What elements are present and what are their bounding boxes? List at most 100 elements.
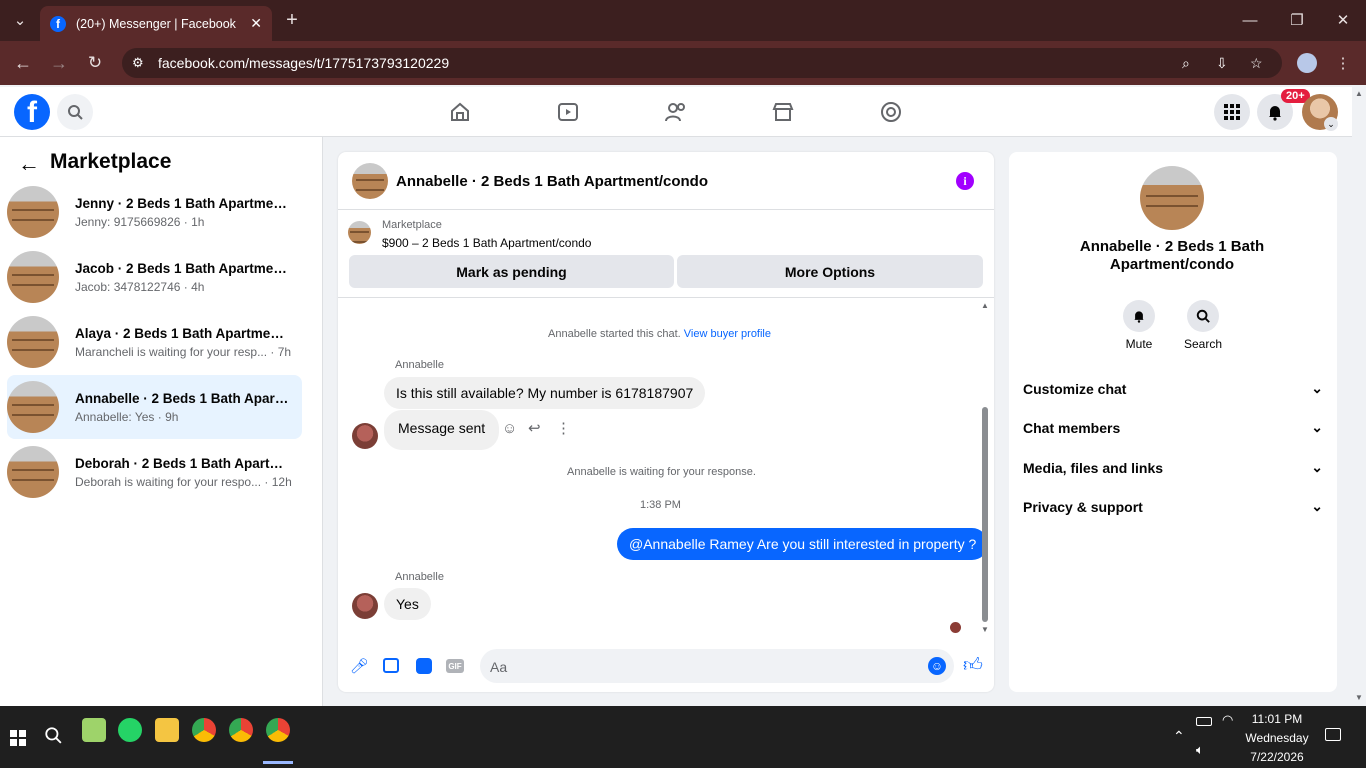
customize-chat-section[interactable]: Customize chat ⌄ <box>1023 380 1323 397</box>
chrome-app-icon[interactable] <box>229 718 253 742</box>
mute-button[interactable] <box>1123 300 1155 332</box>
marketplace-icon[interactable] <box>768 97 798 127</box>
mark-as-pending-button[interactable]: Mark as pending <box>349 255 674 288</box>
video-icon[interactable] <box>553 97 583 127</box>
conversation-preview: Jacob: 3478122746 · 4h <box>75 279 205 294</box>
mute-label: Mute <box>1125 337 1153 351</box>
close-tab-icon[interactable]: ✕ <box>250 15 262 32</box>
search-icon <box>1196 309 1210 323</box>
facebook-logo-icon[interactable]: f <box>14 94 50 130</box>
whatsapp-app-icon[interactable] <box>118 718 142 742</box>
notification-center-icon[interactable] <box>1325 728 1341 741</box>
page-scroll-up-icon[interactable]: ▲ <box>1355 89 1363 98</box>
info-avatar[interactable] <box>1140 166 1204 230</box>
incoming-message[interactable]: Message sent <box>384 410 500 450</box>
volume-icon[interactable]: 🔈︎ <box>1196 742 1204 758</box>
scroll-up-icon[interactable]: ▲ <box>981 301 989 310</box>
sender-avatar <box>352 423 378 449</box>
message-input[interactable]: Aa ☺ <box>480 649 954 683</box>
message-timestamp: 1:38 PM <box>640 499 681 511</box>
profile-avatar-icon[interactable] <box>1297 53 1317 73</box>
clock-day[interactable]: Wednesday <box>1240 731 1314 745</box>
listing-thumbnail <box>7 381 59 433</box>
menu-grid-icon[interactable] <box>1214 94 1250 130</box>
conversation-item-jacob[interactable]: Jacob · 2 Beds 1 Bath Apartment... Jacob:… <box>7 245 302 309</box>
battery-icon[interactable] <box>1196 717 1212 726</box>
restore-icon[interactable]: ❐ <box>1283 6 1311 34</box>
browser-tab-bar: ⌄ f (20+) Messenger | Facebook ✕ + — ❐ ✕ <box>0 0 1366 41</box>
info-name: Annabelle · 2 Beds 1 Bath Apartment/cond… <box>1079 238 1265 273</box>
conversation-title: Alaya · 2 Beds 1 Bath Apartment... <box>75 325 290 341</box>
chrome-app-icon-active[interactable] <box>266 718 290 742</box>
tab-search-chevron-icon[interactable]: ⌄ <box>6 6 34 34</box>
friends-icon[interactable] <box>661 97 691 127</box>
search-icon[interactable] <box>57 94 93 130</box>
gaming-icon[interactable] <box>876 97 906 127</box>
conversation-title: Deborah · 2 Beds 1 Bath Apartm... <box>75 455 290 471</box>
account-chevron-down-icon[interactable]: ⌄ <box>1324 117 1338 131</box>
thumbs-up-icon[interactable]: 👍︎ <box>963 654 983 677</box>
listing-title[interactable]: $900 – 2 Beds 1 Bath Apartment/condo <box>382 236 591 250</box>
scrollbar-thumb[interactable] <box>982 407 988 622</box>
new-tab-icon[interactable]: + <box>278 6 306 34</box>
page-scrollbar[interactable]: ▲ ▼ <box>1352 87 1366 706</box>
chat-header: Annabelle · 2 Beds 1 Bath Apartment/cond… <box>338 152 994 210</box>
zoom-icon[interactable]: ⌕ <box>1182 55 1190 72</box>
reply-icon[interactable]: ↩ <box>528 419 541 437</box>
outgoing-message[interactable]: @Annabelle Ramey Are you still intereste… <box>617 528 989 560</box>
browser-menu-icon[interactable]: ⋮ <box>1329 49 1357 77</box>
search-chat-button[interactable] <box>1187 300 1219 332</box>
clock-time[interactable]: 11:01 PM <box>1246 712 1308 726</box>
back-arrow-icon[interactable]: ← <box>18 151 40 177</box>
install-app-icon[interactable]: ⇩ <box>1216 55 1228 72</box>
emoji-icon[interactable]: ☺ <box>928 657 946 675</box>
chat-members-section[interactable]: Chat members ⌄ <box>1023 419 1323 436</box>
microphone-icon[interactable]: 🎤︎ <box>350 657 369 675</box>
browser-tab[interactable]: f (20+) Messenger | Facebook ✕ <box>40 6 272 41</box>
chrome-app-icon[interactable] <box>192 718 216 742</box>
sticker-icon[interactable] <box>416 658 432 674</box>
page-scroll-down-icon[interactable]: ▼ <box>1355 693 1363 702</box>
tray-chevron-up-icon[interactable]: ⌃ <box>1173 728 1185 745</box>
home-icon[interactable] <box>445 97 475 127</box>
conversation-item-annabelle[interactable]: Annabelle · 2 Beds 1 Bath Apart... Annabe… <box>7 375 302 439</box>
forward-icon[interactable]: → <box>45 49 73 77</box>
message-input-placeholder: Aa <box>490 659 508 675</box>
sender-name: Annabelle <box>395 359 444 371</box>
gif-icon[interactable]: GIF <box>446 659 464 673</box>
chat-avatar[interactable] <box>352 163 388 199</box>
incoming-message[interactable]: Yes <box>384 588 431 620</box>
site-info-icon[interactable]: ⚙ <box>132 55 144 71</box>
back-icon[interactable]: ← <box>9 49 37 77</box>
taskbar-search-icon[interactable] <box>44 726 62 747</box>
info-icon[interactable]: i <box>956 172 974 190</box>
react-smiley-icon[interactable]: ☺ <box>502 420 517 437</box>
listing-source: Marketplace <box>382 219 442 231</box>
more-options-button[interactable]: More Options <box>677 255 983 288</box>
more-actions-icon[interactable]: ⋮ <box>556 419 571 437</box>
conversation-item-alaya[interactable]: Alaya · 2 Beds 1 Bath Apartment... Maranc… <box>7 310 302 374</box>
chat-header-title[interactable]: Annabelle · 2 Beds 1 Bath Apartment/cond… <box>396 173 708 190</box>
waiting-notice: Annabelle is waiting for your response. <box>567 466 756 478</box>
minimize-icon[interactable]: — <box>1236 6 1264 34</box>
notepad-app-icon[interactable] <box>82 718 106 742</box>
start-windows-icon[interactable] <box>10 730 26 746</box>
privacy-support-section[interactable]: Privacy & support ⌄ <box>1023 498 1323 515</box>
bookmark-star-icon[interactable]: ☆ <box>1250 55 1263 72</box>
conversation-item-jenny[interactable]: Jenny · 2 Beds 1 Bath Apartment... Jenny:… <box>7 180 302 244</box>
close-window-icon[interactable]: ✕ <box>1329 6 1357 34</box>
file-explorer-icon[interactable] <box>155 718 179 742</box>
photo-icon[interactable] <box>383 658 399 673</box>
clock-date[interactable]: 7/22/2026 <box>1240 750 1314 764</box>
media-files-links-section[interactable]: Media, files and links ⌄ <box>1023 459 1323 476</box>
reload-icon[interactable]: ↻ <box>81 49 109 77</box>
conversation-item-deborah[interactable]: Deborah · 2 Beds 1 Bath Apartm... Deborah… <box>7 440 302 504</box>
url-field[interactable]: ⚙ facebook.com/messages/t/17751737931202… <box>122 48 1282 78</box>
incoming-message[interactable]: Is this still available? My number is 61… <box>384 377 706 409</box>
listing-thumbnail <box>7 251 59 303</box>
wifi-icon[interactable]: ◠ <box>1222 712 1233 728</box>
chat-panel: Annabelle · 2 Beds 1 Bath Apartment/cond… <box>338 152 994 692</box>
scroll-down-icon[interactable]: ▼ <box>981 625 989 634</box>
thread-scrollbar[interactable]: ▲ ▼ <box>981 301 989 634</box>
view-buyer-profile-link[interactable]: View buyer profile <box>684 328 771 340</box>
